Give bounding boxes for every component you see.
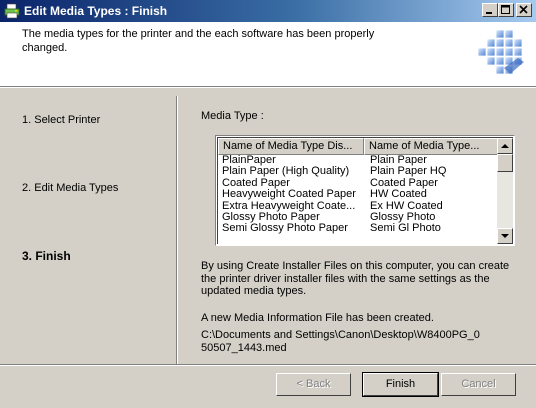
printer-app-icon xyxy=(4,3,20,19)
column-header-display-name[interactable]: Name of Media Type Dis... xyxy=(218,138,364,155)
table-row[interactable]: Heavyweight Coated Paper HW Coated xyxy=(218,188,496,201)
file-created-text: A new Media Information File has been cr… xyxy=(201,312,434,324)
title-bar[interactable]: Edit Media Types : Finish xyxy=(0,0,536,22)
cell-type-name: HW Coated xyxy=(370,188,427,201)
media-type-label: Media Type : xyxy=(201,110,264,122)
window-title: Edit Media Types : Finish xyxy=(24,4,168,18)
panel-divider xyxy=(176,96,178,364)
scroll-thumb[interactable] xyxy=(497,154,513,172)
arrow-down-icon xyxy=(501,234,509,238)
scroll-down-button[interactable] xyxy=(497,228,513,244)
media-file-path-line2: 50507_1443.med xyxy=(201,341,287,354)
column-header-type-name[interactable]: Name of Media Type... xyxy=(364,138,498,155)
header-description: The media types for the printer and the … xyxy=(22,28,375,54)
cell-type-name: Semi Gl Photo xyxy=(370,222,441,235)
cell-display-name: Semi Glossy Photo Paper xyxy=(222,222,348,235)
step-finish: 3. Finish xyxy=(22,249,71,263)
media-type-rows: PlainPaper Plain Paper Plain Paper (High … xyxy=(218,154,496,235)
minimize-button[interactable] xyxy=(482,3,498,17)
table-row[interactable]: Semi Glossy Photo Paper Semi Gl Photo xyxy=(218,222,496,235)
scroll-up-button[interactable] xyxy=(497,138,513,154)
header-separator xyxy=(0,87,536,88)
step-edit-media-types: 2. Edit Media Types xyxy=(22,182,119,194)
cell-display-name: Heavyweight Coated Paper xyxy=(222,188,356,201)
installer-info-text: By using Create Installer Files on this … xyxy=(201,260,510,297)
back-button[interactable]: < Back xyxy=(276,373,351,396)
close-button[interactable] xyxy=(516,3,532,17)
step-select-printer: 1. Select Printer xyxy=(22,114,101,126)
maximize-icon xyxy=(501,5,510,14)
minimize-icon xyxy=(486,12,492,14)
media-file-path: C:\Documents and Settings\Canon\Desktop\… xyxy=(201,329,526,354)
edit-media-types-window: Edit Media Types : Finish The media type… xyxy=(0,0,536,408)
close-icon xyxy=(519,5,528,14)
finish-button[interactable]: Finish xyxy=(362,372,439,397)
wizard-header: The media types for the printer and the … xyxy=(0,22,536,87)
printer-grid-icon xyxy=(477,29,524,75)
cancel-button[interactable]: Cancel xyxy=(441,373,516,396)
media-type-list[interactable]: Name of Media Type Dis... Name of Media … xyxy=(215,135,515,246)
list-vertical-scrollbar[interactable] xyxy=(497,138,513,244)
footer-separator xyxy=(0,364,536,366)
maximize-button[interactable] xyxy=(498,3,514,17)
arrow-up-icon xyxy=(501,144,509,148)
media-file-path-line1: C:\Documents and Settings\Canon\Desktop\… xyxy=(201,329,480,341)
